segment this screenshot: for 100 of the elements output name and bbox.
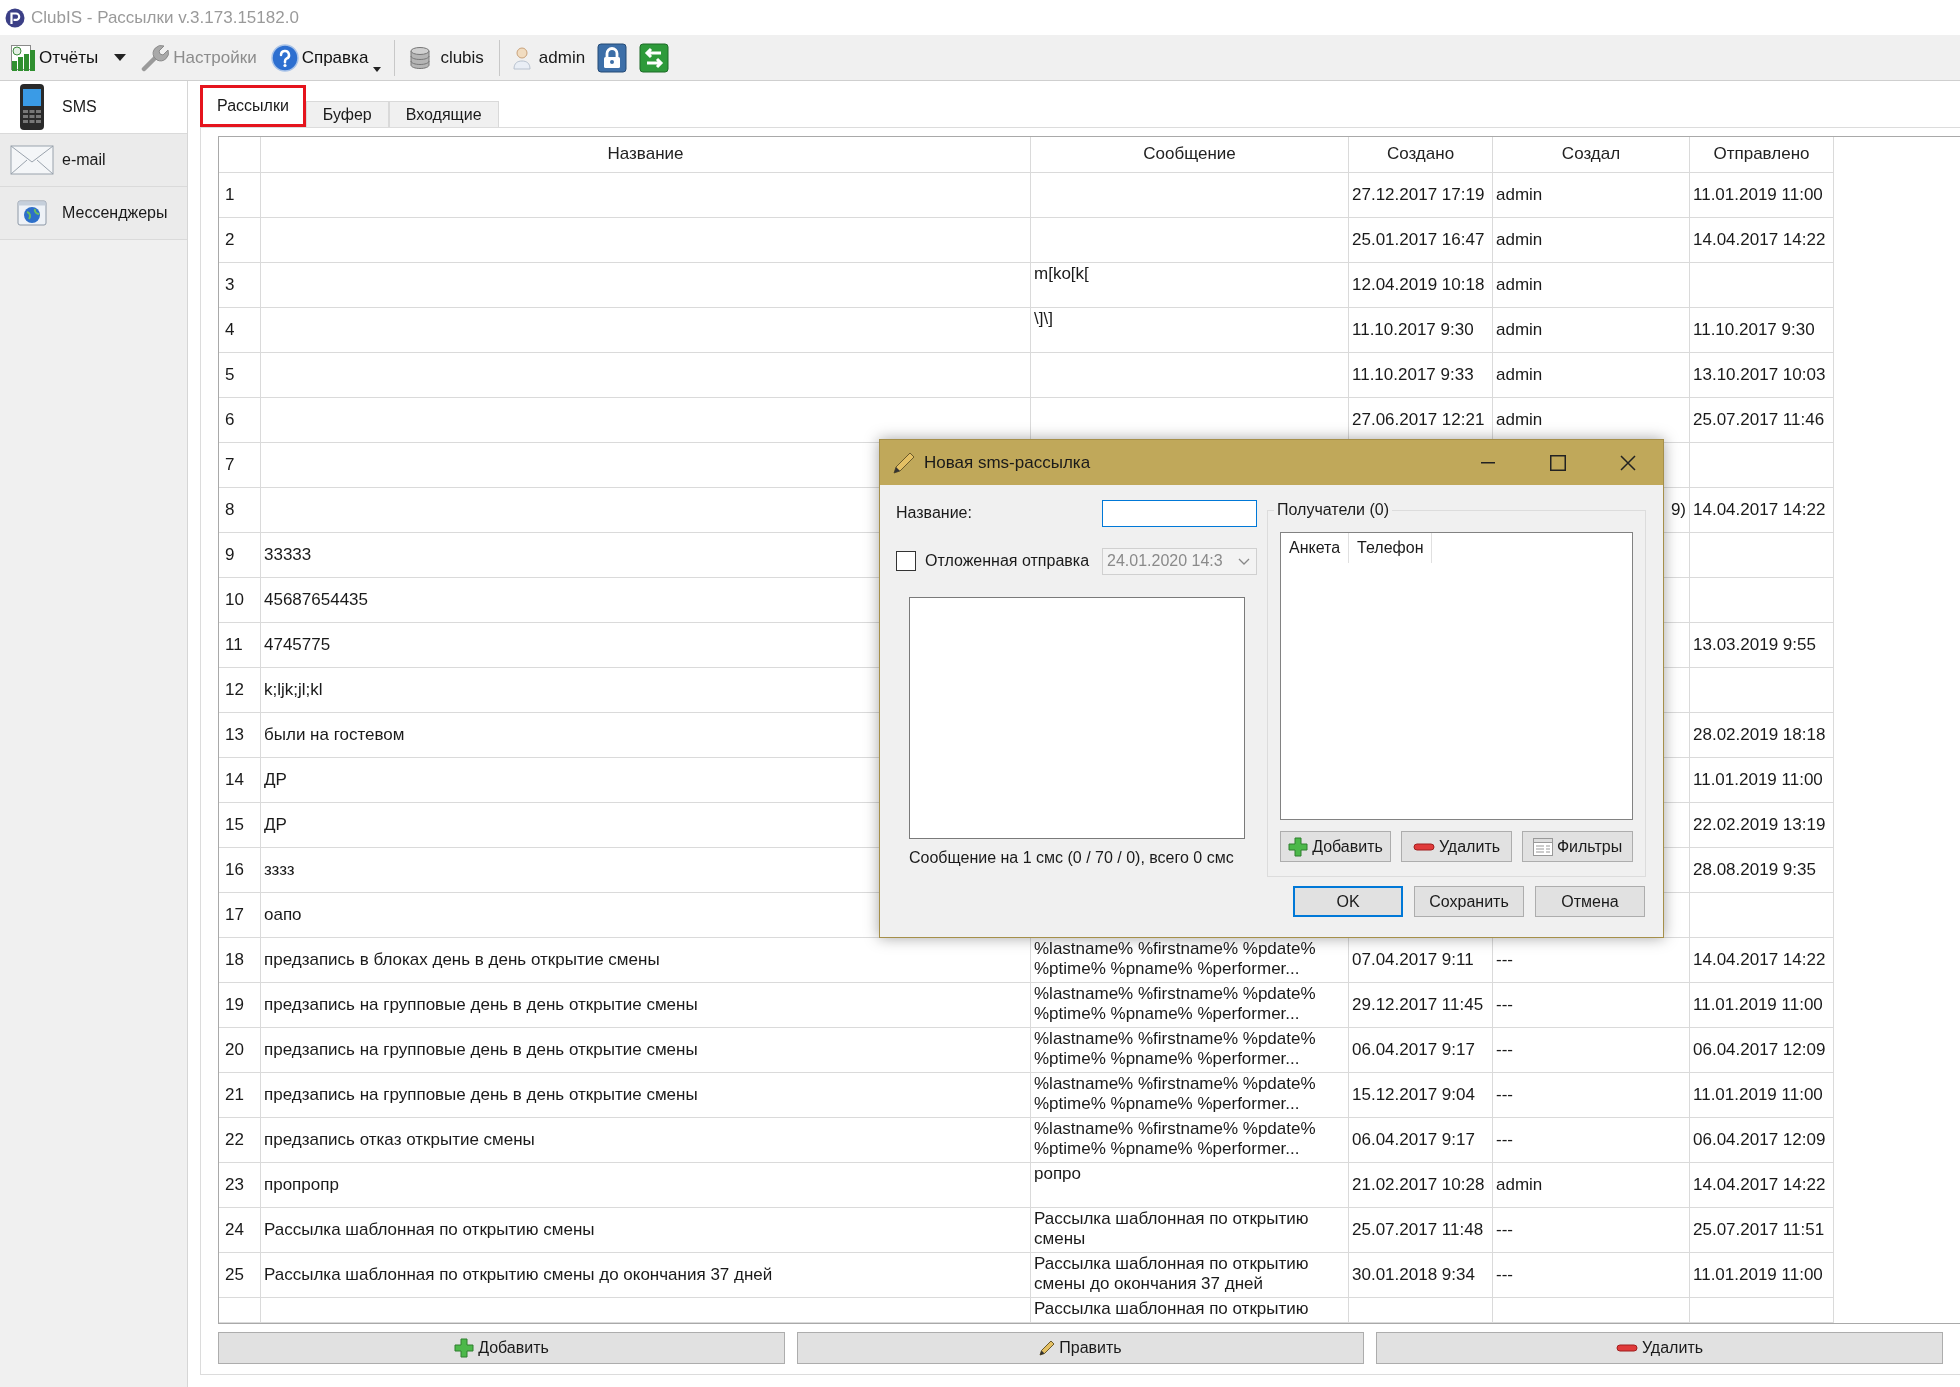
table-cell: admin: [1493, 308, 1690, 353]
table-cell: Рассылка шаблонная по открытию смены до окончания 37 дней: [261, 1253, 1031, 1298]
swap-arrows-icon: [639, 42, 670, 73]
minus-icon: [1412, 842, 1435, 851]
pencil-icon: [1039, 1340, 1056, 1356]
table-cell: 14.04.2017 14:22: [1690, 1163, 1834, 1208]
table-cell: ---: [1493, 1118, 1690, 1163]
sidebar-item[interactable]: e-mail: [0, 134, 187, 187]
table-cell: admin: [1493, 1163, 1690, 1208]
tab[interactable]: Рассылки: [200, 85, 306, 127]
dialog-button[interactable]: Удалить: [1401, 831, 1512, 862]
row-number: 23: [219, 1163, 261, 1208]
table-cell: Рассылка шаблонная по открытию смены: [261, 1208, 1031, 1253]
checkbox[interactable]: [896, 551, 916, 571]
table-cell: 11.01.2019 11:00: [1690, 173, 1834, 218]
minimize-icon: [1481, 461, 1495, 464]
column-header[interactable]: Телефон: [1349, 533, 1433, 563]
row-number: 12: [219, 668, 261, 713]
table-cell: 21.02.2017 10:28: [1349, 1163, 1493, 1208]
row-number: 10: [219, 578, 261, 623]
table-cell: \]\]: [1031, 308, 1349, 353]
plus-icon: [1288, 836, 1309, 857]
column-header[interactable]: Отправлено: [1690, 137, 1834, 173]
dialog-button[interactable]: OK: [1293, 886, 1403, 917]
action-button[interactable]: Добавить: [218, 1332, 785, 1364]
mobile-phone-icon: [18, 83, 46, 131]
table-cell: 13.03.2019 9:55: [1690, 623, 1834, 668]
table-cell: %lastname% %firstname% %pdate% %ptime% %pname% %performer...: [1031, 1118, 1349, 1163]
table-cell: 25.07.2017 11:46: [1690, 398, 1834, 443]
dialog-button[interactable]: Добавить: [1280, 831, 1391, 862]
dialog-button[interactable]: Фильтры: [1522, 831, 1633, 862]
row-number: 22: [219, 1118, 261, 1163]
table-cell: 11.10.2017 9:30: [1690, 308, 1834, 353]
table-cell: пропропр: [261, 1163, 1031, 1208]
table-cell: admin: [1493, 353, 1690, 398]
list-icon: [1532, 837, 1553, 856]
row-number: 13: [219, 713, 261, 758]
dialog-button[interactable]: Сохранить: [1414, 886, 1524, 917]
table-cell: 25.07.2017 11:51: [1690, 1208, 1834, 1253]
table-cell: ---: [1493, 1253, 1690, 1298]
dialog-button[interactable]: Отмена: [1535, 886, 1645, 917]
row-number: 6: [219, 398, 261, 443]
table-cell: 28.02.2019 18:18: [1690, 713, 1834, 758]
table-cell: 11.01.2019 11:00: [1690, 983, 1834, 1028]
table-cell: Рассылка шаблонная по открытию смены до окончания 37 дней: [1031, 1253, 1349, 1298]
row-number: 24: [219, 1208, 261, 1253]
table-cell: admin: [1493, 218, 1690, 263]
row-number: 5: [219, 353, 261, 398]
toolbar-button[interactable]: [639, 41, 670, 74]
table-cell: m[ko[k[: [1031, 263, 1349, 308]
table-cell: предзапись на групповые день в день открытие смены: [261, 1028, 1031, 1073]
toolbar-button[interactable]: Отчёты: [6, 38, 103, 77]
column-header[interactable]: Анкета: [1281, 533, 1350, 563]
caret-icon: [114, 54, 127, 61]
table-cell: 06.04.2017 12:09: [1690, 1118, 1834, 1163]
row-number: 7: [219, 443, 261, 488]
row-number: 4: [219, 308, 261, 353]
action-button[interactable]: Удалить: [1376, 1332, 1943, 1364]
table-cell: 11.10.2017 9:33: [1349, 353, 1493, 398]
minus-icon: [1615, 1344, 1638, 1352]
maximize-icon: [1550, 454, 1566, 471]
table-cell: 11.01.2019 11:00: [1690, 1253, 1834, 1298]
table-cell: 30.01.2018 9:34: [1349, 1253, 1493, 1298]
column-header[interactable]: Создал: [1493, 137, 1690, 173]
table-cell: 27.12.2017 17:19: [1349, 173, 1493, 218]
field-label: Название:: [896, 504, 973, 522]
table-cell: 22.02.2019 13:19: [1690, 803, 1834, 848]
column-header[interactable]: Создано: [1349, 137, 1493, 173]
row-number: 25: [219, 1253, 261, 1298]
table-cell: предзапись на групповые день в день открытие смены: [261, 983, 1031, 1028]
help-icon: [270, 43, 299, 72]
table-cell: 15.12.2017 9:04: [1349, 1073, 1493, 1118]
table-cell: 25.07.2017 11:48: [1349, 1208, 1493, 1253]
row-number: 20: [219, 1028, 261, 1073]
toolbar-button[interactable]: [597, 41, 628, 74]
row-number: 8: [219, 488, 261, 533]
table-cell: 06.04.2017 12:09: [1690, 1028, 1834, 1073]
tab[interactable]: Буфер: [305, 101, 389, 127]
toolbar-label: admin: [538, 47, 586, 68]
table-cell: Рассылка шаблонная по открытию: [1031, 1298, 1349, 1323]
name-input-field[interactable]: [1102, 499, 1257, 527]
tab[interactable]: Входящие: [388, 101, 499, 127]
table-cell: 13.10.2017 10:03: [1690, 353, 1834, 398]
sidebar-item[interactable]: SMS: [0, 81, 187, 134]
table-cell: 11.10.2017 9:30: [1349, 308, 1493, 353]
table-cell: 06.04.2017 9:17: [1349, 1028, 1493, 1073]
recipients-list[interactable]: Анкета Телефон: [1280, 532, 1633, 820]
row-number: 9: [219, 533, 261, 578]
column-header[interactable]: Сообщение: [1031, 137, 1349, 173]
window-title: ClubIS - Рассылки v.3.173.15182.0: [31, 7, 299, 28]
toolbar-button[interactable]: Справка: [266, 38, 386, 77]
column-header[interactable]: Название: [261, 137, 1031, 173]
table-cell: ---: [1493, 983, 1690, 1028]
table-cell: 12.04.2019 10:18: [1349, 263, 1493, 308]
dialog-title: Новая sms-рассылка: [924, 452, 1092, 473]
sidebar-item[interactable]: Мессенджеры: [0, 187, 187, 240]
globe-icon: [17, 200, 47, 226]
chevron-down-icon: [1238, 557, 1250, 565]
action-button[interactable]: Править: [797, 1332, 1364, 1364]
wrench-icon: [140, 43, 171, 72]
